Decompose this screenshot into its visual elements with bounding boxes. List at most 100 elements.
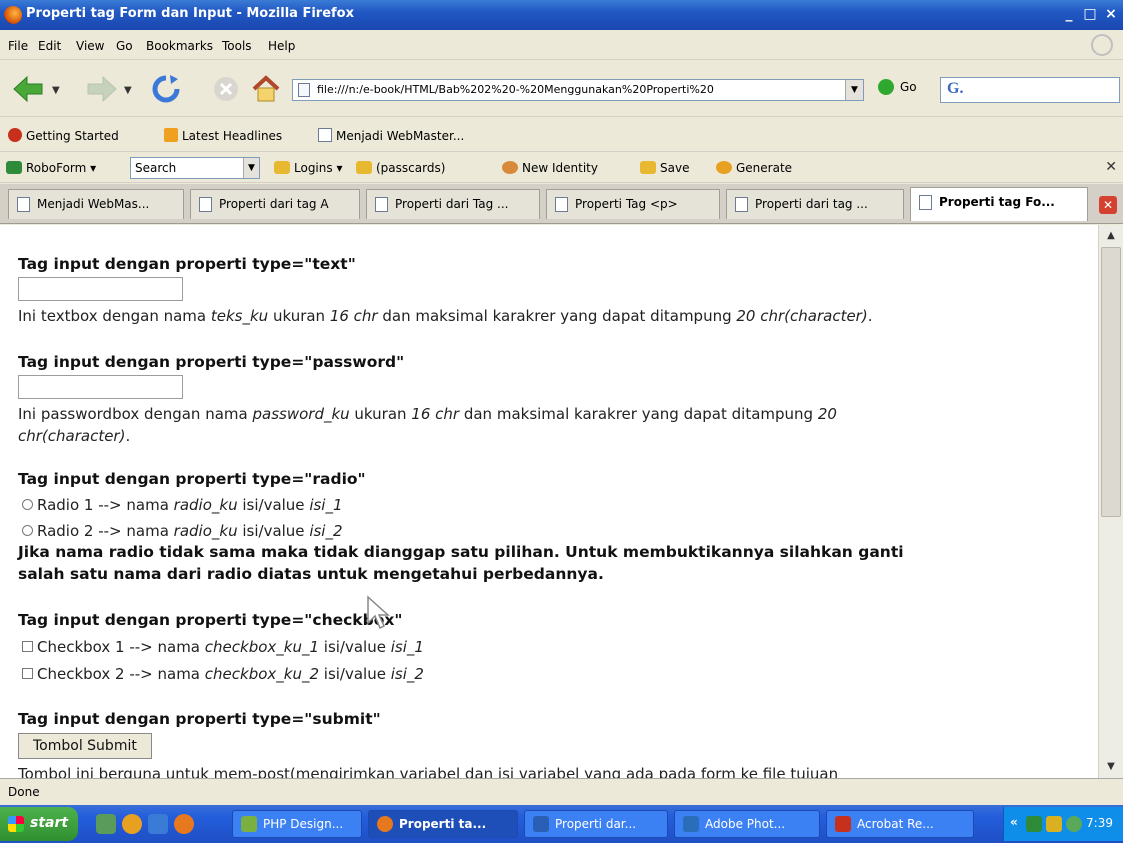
task-label: PHP Design... (263, 817, 344, 831)
scroll-down-icon[interactable]: ▼ (1101, 758, 1121, 776)
tray-network-icon[interactable] (1066, 816, 1082, 832)
radio-option-1[interactable]: Radio 1 --> nama radio_ku isi/value isi_… (22, 496, 343, 514)
menu-view[interactable]: View (76, 39, 104, 53)
passcards-button[interactable]: (passcards) (356, 161, 445, 175)
taskbar: start PHP Design... Properti ta... Prope… (0, 805, 1123, 843)
submit-description: Tombol ini berguna untuk mem-post(mengir… (18, 765, 839, 778)
rss-icon (164, 128, 178, 142)
go-button[interactable]: Go (878, 79, 917, 101)
title-bar[interactable]: Properti tag Form dan Input - Mozilla Fi… (0, 0, 1123, 30)
roboform-search-value: Search (135, 161, 177, 175)
start-label: start (30, 815, 69, 831)
tray-app-icon[interactable] (1046, 816, 1062, 832)
url-text[interactable]: file:///n:/e-book/HTML/Bab%202%20-%20Men… (317, 83, 839, 96)
tab-label: Properti dari tag A (219, 197, 329, 211)
bookmark-menjadi-webmaster[interactable]: Menjadi WebMaster... (318, 128, 464, 143)
clock: 7:39 (1086, 816, 1113, 830)
roboform-label: RoboForm (26, 161, 87, 175)
page-content: Tag input dengan properti type="text" In… (0, 225, 1098, 778)
reload-button[interactable] (150, 73, 182, 105)
task-adobe-photoshop[interactable]: Adobe Phot... (674, 810, 820, 838)
radio-button[interactable] (22, 525, 33, 536)
save-button[interactable]: Save (640, 161, 689, 175)
maximize-button[interactable]: □ (1080, 3, 1100, 25)
tray-expand-icon[interactable]: « (1010, 815, 1018, 829)
bookmark-latest-headlines[interactable]: Latest Headlines (164, 128, 282, 143)
checkbox-option-1[interactable]: Checkbox 1 --> nama checkbox_ku_1 isi/va… (22, 638, 424, 656)
url-bar[interactable]: file:///n:/e-book/HTML/Bab%202%20-%20Men… (292, 79, 864, 101)
minimize-button[interactable]: _ (1059, 3, 1079, 25)
tab-properti-tag-form[interactable]: Properti tag Fo... (910, 187, 1088, 221)
show-desktop-icon[interactable] (96, 814, 116, 834)
roboform-tray-icon[interactable] (1026, 816, 1042, 832)
php-designer-icon (241, 816, 257, 832)
tab-properti-dari-tag-2[interactable]: Properti dari tag ... (726, 189, 904, 219)
home-button[interactable] (250, 73, 282, 105)
system-tray: « 7:39 (1003, 807, 1123, 841)
close-tab-icon[interactable]: ✕ (1099, 196, 1117, 214)
stop-icon (214, 77, 238, 101)
logins-button[interactable]: Logins ▾ (274, 161, 342, 175)
url-history-dropdown-icon[interactable]: ▼ (845, 80, 863, 100)
back-dropdown-icon[interactable]: ▼ (52, 85, 60, 96)
bookmark-getting-started[interactable]: Getting Started (8, 128, 119, 143)
checkbox-option-2[interactable]: Checkbox 2 --> nama checkbox_ku_2 isi/va… (22, 665, 424, 683)
task-firefox[interactable]: Properti ta... (368, 810, 518, 838)
close-toolbar-icon[interactable]: ✕ (1105, 159, 1117, 175)
radio-button[interactable] (22, 499, 33, 510)
vertical-scrollbar[interactable]: ▲ ▼ (1098, 225, 1123, 778)
stop-button[interactable] (210, 73, 242, 105)
tab-properti-tag-p[interactable]: Properti Tag <p> (546, 189, 720, 219)
checkbox[interactable] (22, 668, 33, 679)
forward-button[interactable] (86, 73, 118, 105)
back-button[interactable] (12, 73, 44, 105)
generate-label: Generate (736, 161, 793, 175)
go-icon (878, 79, 894, 95)
tab-properti-tag-a[interactable]: Properti dari tag A (190, 189, 360, 219)
radio-option-2[interactable]: Radio 2 --> nama radio_ku isi/value isi_… (22, 522, 343, 540)
menu-tools[interactable]: Tools (222, 39, 252, 53)
logins-icon (274, 161, 290, 174)
password-ku-input[interactable] (18, 375, 183, 399)
quicklaunch-browser-icon[interactable] (122, 814, 142, 834)
quicklaunch-ie-icon[interactable] (148, 814, 168, 834)
close-window-button[interactable]: × (1101, 3, 1121, 25)
acrobat-icon (835, 816, 851, 832)
menu-edit[interactable]: Edit (38, 39, 61, 53)
quicklaunch-firefox-icon[interactable] (174, 814, 194, 834)
firefox-icon (377, 816, 393, 832)
tab-label: Properti tag Fo... (939, 195, 1055, 209)
generate-button[interactable]: Generate (716, 161, 792, 175)
menu-help[interactable]: Help (268, 39, 295, 53)
task-label: Properti dar... (555, 817, 637, 831)
heading-checkbox: Tag input dengan properti type="checkbox… (18, 611, 403, 629)
teks-ku-input[interactable] (18, 277, 183, 301)
tab-label: Properti dari tag ... (755, 197, 868, 211)
menu-bookmarks[interactable]: Bookmarks (146, 39, 213, 53)
start-button[interactable]: start (0, 807, 78, 841)
tab-menjadi-webmaster[interactable]: Menjadi WebMas... (8, 189, 184, 219)
task-acrobat-reader[interactable]: Acrobat Re... (826, 810, 974, 838)
checkbox[interactable] (22, 641, 33, 652)
forward-dropdown-icon[interactable]: ▼ (124, 85, 132, 96)
scroll-up-icon[interactable]: ▲ (1101, 227, 1121, 245)
roboform-search-dropdown-icon[interactable]: ▼ (243, 158, 259, 178)
tab-properti-dari-tag[interactable]: Properti dari Tag ... (366, 189, 540, 219)
home-icon (252, 75, 280, 102)
menu-file[interactable]: File (8, 39, 28, 53)
roboform-button[interactable]: RoboForm ▾ (6, 161, 96, 175)
roboform-search-field[interactable]: Search ▼ (130, 157, 260, 179)
task-label: Properti ta... (399, 817, 487, 831)
tombol-submit-button[interactable]: Tombol Submit (18, 733, 152, 759)
bookmark-label: Latest Headlines (182, 129, 283, 143)
search-box[interactable]: G. (940, 77, 1120, 103)
scroll-thumb[interactable] (1101, 247, 1121, 517)
heading-submit: Tag input dengan properti type="submit" (18, 710, 381, 728)
identity-icon (502, 161, 518, 174)
task-php-designer[interactable]: PHP Design... (232, 810, 362, 838)
new-identity-label: New Identity (522, 161, 598, 175)
new-identity-button[interactable]: New Identity (502, 161, 598, 175)
task-word-document[interactable]: Properti dar... (524, 810, 668, 838)
menu-go[interactable]: Go (116, 39, 133, 53)
passcards-label: (passcards) (376, 161, 446, 175)
